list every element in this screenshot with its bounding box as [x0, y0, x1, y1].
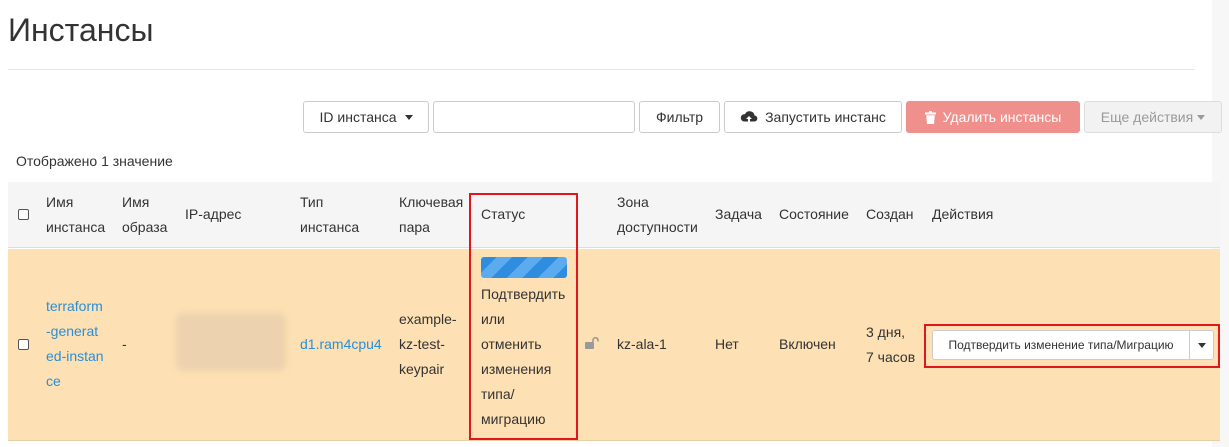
ip-address-redacted: [176, 313, 286, 371]
more-actions-label: Еще действия: [1100, 109, 1194, 125]
column-header-availability-zone[interactable]: Зона доступности: [617, 190, 698, 240]
column-header-line: Зона: [617, 194, 649, 210]
select-all-checkbox[interactable]: [18, 209, 29, 220]
created-line: 3 дня,: [866, 324, 906, 340]
column-header-line: Имя: [122, 194, 150, 210]
column-header-name[interactable]: Имя инстанса: [46, 190, 105, 240]
flavor-link[interactable]: d1.ram4cpu4: [300, 332, 382, 357]
created-cell: 3 дня, 7 часов: [866, 320, 915, 370]
instance-name-line: terraform: [46, 298, 103, 314]
column-header-line: образа: [122, 219, 168, 235]
column-header-line: Тип: [300, 194, 324, 210]
keypair-line: keypair: [399, 361, 445, 377]
filter-field-label: ID инстанса: [319, 109, 397, 125]
column-header-task[interactable]: Задача: [715, 202, 762, 227]
action-button-highlight: [924, 324, 1220, 368]
column-header-actions: Действия: [932, 206, 994, 222]
column-header-image[interactable]: Имя образа: [122, 190, 167, 240]
instance-name-link[interactable]: terraform -generat ed-instan ce: [46, 294, 104, 394]
column-header-line: Ключевая: [399, 194, 464, 210]
filter-button[interactable]: Фильтр: [639, 101, 720, 133]
created-line: 7 часов: [866, 349, 916, 365]
column-header-ip[interactable]: IP-адрес: [185, 202, 241, 227]
keypair-line: kz-test-: [399, 336, 445, 352]
instance-name-line: ce: [46, 373, 61, 389]
filter-input[interactable]: [433, 101, 635, 133]
chevron-down-icon: [1197, 114, 1206, 120]
power-state-cell: Включен: [779, 336, 836, 352]
delete-instances-button[interactable]: Удалить инстансы: [906, 101, 1080, 133]
column-header-line: доступности: [617, 219, 698, 235]
cloud-upload-icon: [740, 111, 758, 122]
column-header-line: пара: [399, 219, 430, 235]
task-cell: Нет: [715, 336, 739, 352]
filter-field-select[interactable]: ID инстанса: [303, 101, 429, 133]
instance-name-line: -generat: [46, 323, 99, 339]
column-header-line: инстанса: [46, 219, 106, 235]
item-count: Отображено 1 значение: [16, 153, 173, 169]
launch-instance-button[interactable]: Запустить инстанс: [724, 101, 902, 133]
instance-name-line: ed-instan: [46, 348, 104, 364]
status-column-highlight: [469, 193, 578, 440]
chevron-down-icon: [404, 114, 413, 120]
title-divider: [8, 69, 1195, 70]
trash-icon: [924, 110, 936, 124]
column-header-line: инстанса: [300, 219, 360, 235]
availability-zone-cell: kz-ala-1: [617, 336, 667, 352]
column-header-line: Имя: [46, 194, 74, 210]
column-header-keypair[interactable]: Ключевая пара: [399, 190, 463, 240]
more-actions-button[interactable]: Еще действия: [1084, 101, 1222, 133]
keypair-line: example-: [399, 311, 457, 327]
row-checkbox[interactable]: [18, 339, 29, 350]
launch-instance-label: Запустить инстанс: [765, 109, 886, 125]
column-header-power-state[interactable]: Состояние: [779, 202, 849, 227]
page-title: Инстансы: [8, 12, 154, 48]
keypair-cell: example- kz-test- keypair: [399, 307, 457, 382]
image-name-cell: -: [122, 336, 127, 352]
unlock-icon: [585, 337, 599, 349]
column-header-created[interactable]: Создан: [866, 202, 914, 227]
delete-instances-label: Удалить инстансы: [942, 109, 1062, 125]
column-header-flavor[interactable]: Тип инстанса: [300, 190, 359, 240]
